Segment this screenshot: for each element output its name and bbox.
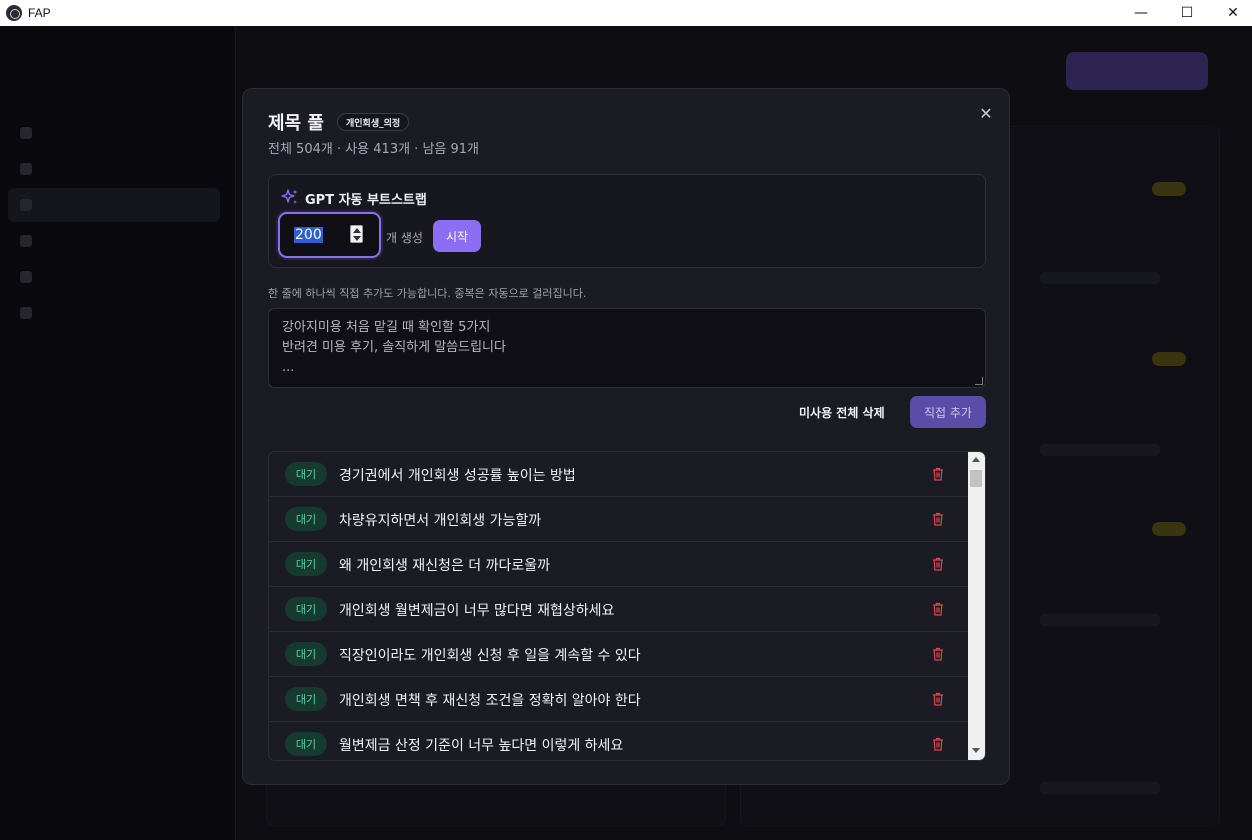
- list-item: 대기 월변제금 산정 기준이 너무 높다면 이렇게 하세요: [269, 722, 968, 760]
- item-title: 직장인이라도 개인회생 신청 후 일을 계속할 수 있다: [339, 648, 641, 664]
- background-chip: [1152, 522, 1186, 536]
- window-titlebar: FAP — ☐ ✕: [0, 0, 1252, 26]
- item-title: 왜 개인회생 재신청은 더 까다로울까: [339, 558, 550, 574]
- gpt-bootstrap-title: GPT 자동 부트스트랩: [305, 193, 427, 208]
- background-nav-item: [8, 296, 220, 330]
- item-title: 차량유지하면서 개인회생 가능할까: [339, 513, 542, 529]
- list-item: 대기 경기권에서 개인회생 성공률 높이는 방법: [269, 452, 968, 497]
- status-badge: 대기: [285, 507, 327, 531]
- background-row: [1040, 614, 1160, 626]
- scrollbar-thumb[interactable]: [970, 470, 982, 487]
- delete-unused-button[interactable]: 미사용 전체 삭제: [799, 404, 885, 421]
- background-chip: [1152, 182, 1186, 196]
- status-badge: 대기: [285, 462, 327, 486]
- close-icon[interactable]: ✕: [976, 103, 996, 123]
- list-item: 대기 직장인이라도 개인회생 신청 후 일을 계속할 수 있다: [269, 632, 968, 677]
- count-unit-label: 개 생성: [386, 231, 423, 245]
- background-nav: [8, 116, 220, 332]
- app-logo-icon: [6, 5, 22, 21]
- list-item: 대기 개인회생 월변제금이 너무 많다면 재협상하세요: [269, 587, 968, 632]
- background-nav-item: [8, 260, 220, 294]
- textarea-placeholder-line: 반려견 미용 후기, 솔직하게 말씀드립니다: [282, 340, 506, 355]
- gpt-bootstrap-panel: GPT 자동 부트스트랩 200 개 생성 시작: [268, 174, 986, 268]
- stepper-down-icon[interactable]: [353, 236, 361, 241]
- trash-icon[interactable]: [932, 737, 944, 751]
- generate-count-input[interactable]: 200: [278, 212, 381, 258]
- textarea-placeholder-line: ...: [282, 360, 295, 375]
- list-item: 대기 개인회생 면책 후 재신청 조건을 정확히 알아야 한다: [269, 677, 968, 722]
- trash-icon[interactable]: [932, 557, 944, 571]
- status-badge: 대기: [285, 687, 327, 711]
- window-close-button[interactable]: ✕: [1210, 0, 1252, 26]
- item-title: 개인회생 월변제금이 너무 많다면 재협상하세요: [339, 603, 615, 619]
- stepper-up-icon[interactable]: [353, 228, 361, 233]
- status-badge: 대기: [285, 552, 327, 576]
- sparkles-icon: [281, 188, 299, 206]
- scroll-down-icon[interactable]: [972, 748, 980, 753]
- start-button[interactable]: 시작: [433, 220, 481, 252]
- list-scrollbar[interactable]: [968, 452, 985, 760]
- item-title: 개인회생 면책 후 재신청 조건을 정확히 알아야 한다: [339, 693, 641, 709]
- item-title: 월변제금 산정 기준이 너무 높다면 이렇게 하세요: [339, 738, 624, 754]
- background-nav-item: [8, 116, 220, 150]
- trash-icon[interactable]: [932, 647, 944, 661]
- trash-icon[interactable]: [932, 512, 944, 526]
- modal-title: 제목 풀: [268, 113, 324, 134]
- minimize-button[interactable]: —: [1118, 0, 1164, 26]
- status-badge: 대기: [285, 642, 327, 666]
- textarea-placeholder-line: 강아지미용 처음 맡길 때 확인할 5가지: [282, 320, 491, 335]
- background-row: [1040, 782, 1160, 794]
- pool-stats: 전체 504개 · 사용 413개 · 남음 91개: [268, 142, 479, 157]
- list-item: 대기 차량유지하면서 개인회생 가능할까: [269, 497, 968, 542]
- background-row: [1040, 272, 1160, 284]
- background-row: [1040, 444, 1160, 456]
- manual-add-helper: 한 줄에 하나씩 직접 추가도 가능합니다. 중복은 자동으로 걸러집니다.: [268, 287, 587, 300]
- status-badge: 대기: [285, 732, 327, 756]
- manual-titles-textarea[interactable]: 강아지미용 처음 맡길 때 확인할 5가지 반려견 미용 후기, 솔직하게 말씀…: [268, 308, 986, 388]
- trash-icon[interactable]: [932, 467, 944, 481]
- maximize-button[interactable]: ☐: [1164, 0, 1210, 26]
- background-chip: [1152, 352, 1186, 366]
- window-title: FAP: [28, 6, 51, 20]
- background-primary-button: [1066, 52, 1208, 90]
- title-list: 대기 경기권에서 개인회생 성공률 높이는 방법 대기 차량유지하면서 개인회생…: [268, 451, 986, 761]
- scroll-up-icon[interactable]: [972, 457, 980, 462]
- list-item: 대기 왜 개인회생 재신청은 더 까다로울까: [269, 542, 968, 587]
- title-pool-modal: 제목 풀 개인회생_의정 전체 504개 · 사용 413개 · 남음 91개 …: [242, 88, 1010, 785]
- generate-count-value[interactable]: 200: [294, 227, 323, 243]
- background-sidebar: [0, 26, 236, 840]
- background-nav-item: [8, 152, 220, 186]
- add-direct-button[interactable]: 직접 추가: [910, 396, 986, 428]
- background-nav-item: [8, 188, 220, 222]
- item-title: 경기권에서 개인회생 성공률 높이는 방법: [339, 468, 576, 484]
- background-nav-item: [8, 224, 220, 258]
- trash-icon[interactable]: [932, 602, 944, 616]
- status-badge: 대기: [285, 597, 327, 621]
- count-stepper[interactable]: [350, 225, 363, 243]
- resize-handle-icon[interactable]: [975, 377, 983, 385]
- trash-icon[interactable]: [932, 692, 944, 706]
- category-badge: 개인회생_의정: [337, 113, 410, 131]
